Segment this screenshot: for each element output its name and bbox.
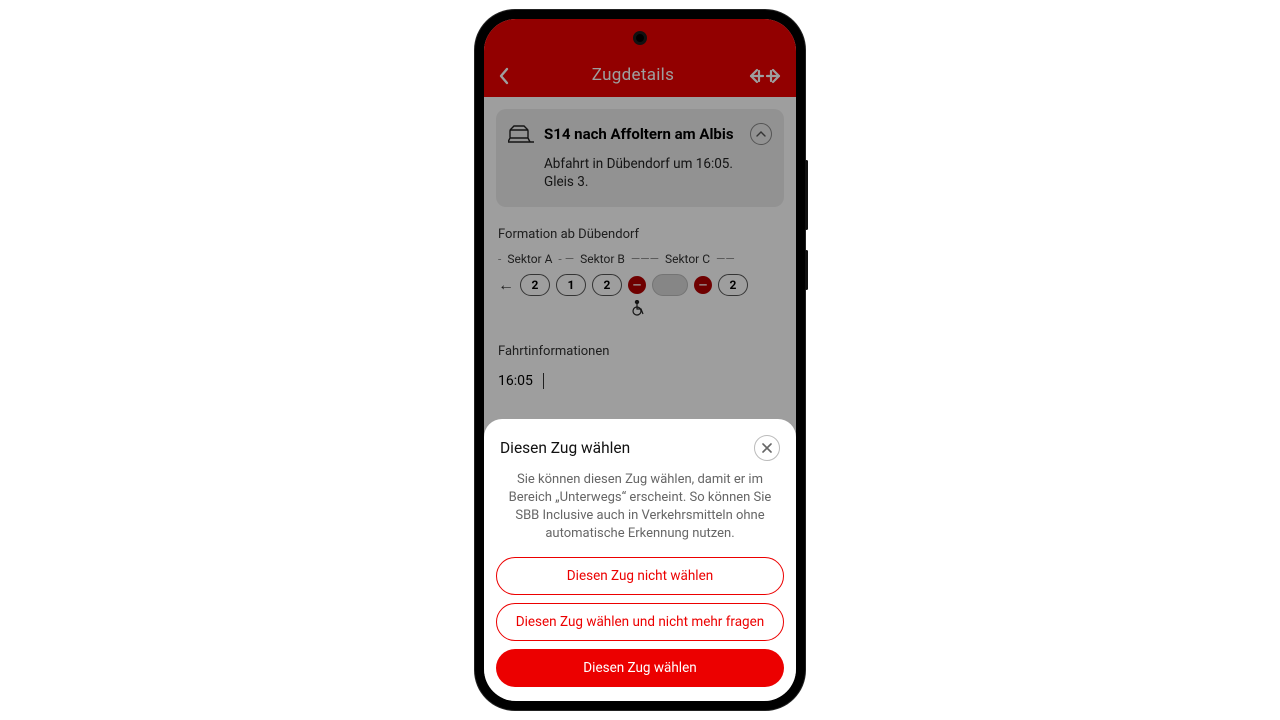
choose-train-button[interactable]: Diesen Zug wählen	[496, 649, 784, 687]
bottom-sheet: Diesen Zug wählen Sie können diesen Zug …	[484, 419, 796, 701]
sheet-title: Diesen Zug wählen	[500, 439, 630, 457]
sheet-description: Sie können diesen Zug wählen, damit er i…	[496, 471, 784, 557]
close-button[interactable]	[754, 435, 780, 461]
choose-and-dont-ask-button[interactable]: Diesen Zug wählen und nicht mehr fragen	[496, 603, 784, 641]
screen: Zugdetails	[484, 19, 796, 701]
power-button	[805, 250, 808, 290]
dont-choose-button[interactable]: Diesen Zug nicht wählen	[496, 557, 784, 595]
phone-frame: Zugdetails	[475, 10, 805, 710]
volume-button	[805, 160, 808, 230]
front-camera	[633, 31, 647, 45]
